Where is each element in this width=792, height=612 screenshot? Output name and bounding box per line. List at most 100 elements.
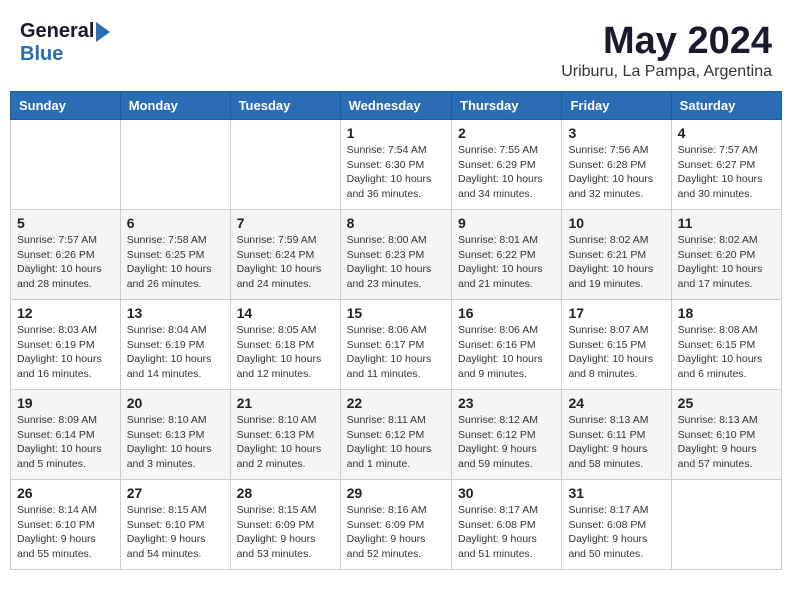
calendar-cell: 3 Sunrise: 7:56 AM Sunset: 6:28 PM Daylig…: [562, 120, 671, 210]
calendar-cell: 8 Sunrise: 8:00 AM Sunset: 6:23 PM Daylig…: [340, 210, 451, 300]
day-info: Sunrise: 8:13 AM Sunset: 6:10 PM Dayligh…: [678, 413, 775, 472]
calendar-cell: 5 Sunrise: 7:57 AM Sunset: 6:26 PM Daylig…: [11, 210, 121, 300]
day-info: Sunrise: 8:06 AM Sunset: 6:17 PM Dayligh…: [347, 323, 445, 382]
day-number: 19: [17, 395, 114, 411]
logo-general: General: [20, 20, 94, 43]
calendar-cell: 13Sunrise: 8:04 AM Sunset: 6:19 PM Dayli…: [120, 300, 230, 390]
day-info: Sunrise: 8:17 AM Sunset: 6:08 PM Dayligh…: [458, 503, 555, 562]
calendar-cell: 22Sunrise: 8:11 AM Sunset: 6:12 PM Dayli…: [340, 390, 451, 480]
calendar-week-2: 5 Sunrise: 7:57 AM Sunset: 6:26 PM Daylig…: [11, 210, 782, 300]
day-number: 5: [17, 215, 114, 231]
day-info: Sunrise: 8:14 AM Sunset: 6:10 PM Dayligh…: [17, 503, 114, 562]
day-number: 9: [458, 215, 555, 231]
day-number: 18: [678, 305, 775, 321]
calendar-cell: 20 Sunrise: 8:10 AM Sunset: 6:13 PM Dayli…: [120, 390, 230, 480]
day-number: 24: [568, 395, 664, 411]
day-number: 10: [568, 215, 664, 231]
location: Uriburu, La Pampa, Argentina: [561, 63, 772, 81]
day-info: Sunrise: 7:55 AM Sunset: 6:29 PM Dayligh…: [458, 143, 555, 202]
day-info: Sunrise: 8:10 AM Sunset: 6:13 PM Dayligh…: [237, 413, 334, 472]
day-info: Sunrise: 8:03 AM Sunset: 6:19 PM Dayligh…: [17, 323, 114, 382]
day-info: Sunrise: 8:15 AM Sunset: 6:09 PM Dayligh…: [237, 503, 334, 562]
calendar-cell: 10 Sunrise: 8:02 AM Sunset: 6:21 PM Dayli…: [562, 210, 671, 300]
calendar-header-row: SundayMondayTuesdayWednesdayThursdayFrid…: [11, 92, 782, 120]
weekday-header-saturday: Saturday: [671, 92, 781, 120]
weekday-header-sunday: Sunday: [11, 92, 121, 120]
day-number: 26: [17, 485, 114, 501]
day-info: Sunrise: 8:16 AM Sunset: 6:09 PM Dayligh…: [347, 503, 445, 562]
day-info: Sunrise: 8:07 AM Sunset: 6:15 PM Dayligh…: [568, 323, 664, 382]
calendar-cell: [120, 120, 230, 210]
day-number: 7: [237, 215, 334, 231]
day-info: Sunrise: 8:10 AM Sunset: 6:13 PM Dayligh…: [127, 413, 224, 472]
day-info: Sunrise: 8:17 AM Sunset: 6:08 PM Dayligh…: [568, 503, 664, 562]
day-info: Sunrise: 8:05 AM Sunset: 6:18 PM Dayligh…: [237, 323, 334, 382]
calendar-cell: 2 Sunrise: 7:55 AM Sunset: 6:29 PM Daylig…: [452, 120, 562, 210]
day-number: 25: [678, 395, 775, 411]
day-info: Sunrise: 7:57 AM Sunset: 6:26 PM Dayligh…: [17, 233, 114, 292]
calendar-cell: 18Sunrise: 8:08 AM Sunset: 6:15 PM Dayli…: [671, 300, 781, 390]
calendar-cell: 26 Sunrise: 8:14 AM Sunset: 6:10 PM Dayli…: [11, 480, 121, 570]
day-info: Sunrise: 7:56 AM Sunset: 6:28 PM Dayligh…: [568, 143, 664, 202]
calendar-cell: 19 Sunrise: 8:09 AM Sunset: 6:14 PM Dayli…: [11, 390, 121, 480]
logo-blue: Blue: [20, 43, 63, 65]
weekday-header-friday: Friday: [562, 92, 671, 120]
calendar-cell: 21Sunrise: 8:10 AM Sunset: 6:13 PM Dayli…: [230, 390, 340, 480]
day-info: Sunrise: 8:02 AM Sunset: 6:20 PM Dayligh…: [678, 233, 775, 292]
calendar-week-1: 1Sunrise: 7:54 AM Sunset: 6:30 PM Daylig…: [11, 120, 782, 210]
day-number: 12: [17, 305, 114, 321]
day-info: Sunrise: 8:00 AM Sunset: 6:23 PM Dayligh…: [347, 233, 445, 292]
calendar-week-4: 19 Sunrise: 8:09 AM Sunset: 6:14 PM Dayli…: [11, 390, 782, 480]
day-number: 11: [678, 215, 775, 231]
calendar-cell: 14 Sunrise: 8:05 AM Sunset: 6:18 PM Dayli…: [230, 300, 340, 390]
day-number: 13: [127, 305, 224, 321]
day-number: 3: [568, 125, 664, 141]
calendar-cell: 30 Sunrise: 8:17 AM Sunset: 6:08 PM Dayli…: [452, 480, 562, 570]
calendar-cell: 9Sunrise: 8:01 AM Sunset: 6:22 PM Daylig…: [452, 210, 562, 300]
day-info: Sunrise: 7:59 AM Sunset: 6:24 PM Dayligh…: [237, 233, 334, 292]
day-info: Sunrise: 8:13 AM Sunset: 6:11 PM Dayligh…: [568, 413, 664, 472]
calendar-cell: [230, 120, 340, 210]
calendar-cell: 12 Sunrise: 8:03 AM Sunset: 6:19 PM Dayli…: [11, 300, 121, 390]
day-info: Sunrise: 8:02 AM Sunset: 6:21 PM Dayligh…: [568, 233, 664, 292]
calendar-cell: 17Sunrise: 8:07 AM Sunset: 6:15 PM Dayli…: [562, 300, 671, 390]
calendar-cell: 6Sunrise: 7:58 AM Sunset: 6:25 PM Daylig…: [120, 210, 230, 300]
day-number: 2: [458, 125, 555, 141]
day-number: 23: [458, 395, 555, 411]
day-number: 15: [347, 305, 445, 321]
page-header: General Blue May 2024 Uriburu, La Pampa,…: [10, 10, 782, 86]
weekday-header-wednesday: Wednesday: [340, 92, 451, 120]
weekday-header-tuesday: Tuesday: [230, 92, 340, 120]
calendar-cell: [671, 480, 781, 570]
calendar-cell: 16 Sunrise: 8:06 AM Sunset: 6:16 PM Dayli…: [452, 300, 562, 390]
day-info: Sunrise: 7:58 AM Sunset: 6:25 PM Dayligh…: [127, 233, 224, 292]
calendar-cell: [11, 120, 121, 210]
day-number: 14: [237, 305, 334, 321]
calendar-table: SundayMondayTuesdayWednesdayThursdayFrid…: [10, 91, 782, 570]
calendar-cell: 25 Sunrise: 8:13 AM Sunset: 6:10 PM Dayli…: [671, 390, 781, 480]
calendar-week-3: 12 Sunrise: 8:03 AM Sunset: 6:19 PM Dayli…: [11, 300, 782, 390]
day-info: Sunrise: 8:11 AM Sunset: 6:12 PM Dayligh…: [347, 413, 445, 472]
calendar-cell: 27Sunrise: 8:15 AM Sunset: 6:10 PM Dayli…: [120, 480, 230, 570]
day-number: 31: [568, 485, 664, 501]
calendar-week-5: 26 Sunrise: 8:14 AM Sunset: 6:10 PM Dayli…: [11, 480, 782, 570]
day-number: 8: [347, 215, 445, 231]
day-number: 20: [127, 395, 224, 411]
day-number: 30: [458, 485, 555, 501]
day-info: Sunrise: 8:06 AM Sunset: 6:16 PM Dayligh…: [458, 323, 555, 382]
calendar-cell: 4Sunrise: 7:57 AM Sunset: 6:27 PM Daylig…: [671, 120, 781, 210]
calendar-cell: 15 Sunrise: 8:06 AM Sunset: 6:17 PM Dayli…: [340, 300, 451, 390]
calendar-cell: 31 Sunrise: 8:17 AM Sunset: 6:08 PM Dayli…: [562, 480, 671, 570]
day-number: 28: [237, 485, 334, 501]
weekday-header-thursday: Thursday: [452, 92, 562, 120]
day-number: 16: [458, 305, 555, 321]
calendar-cell: 7 Sunrise: 7:59 AM Sunset: 6:24 PM Daylig…: [230, 210, 340, 300]
calendar-cell: 23 Sunrise: 8:12 AM Sunset: 6:12 PM Dayli…: [452, 390, 562, 480]
day-info: Sunrise: 8:12 AM Sunset: 6:12 PM Dayligh…: [458, 413, 555, 472]
calendar-cell: 1Sunrise: 7:54 AM Sunset: 6:30 PM Daylig…: [340, 120, 451, 210]
day-number: 27: [127, 485, 224, 501]
day-info: Sunrise: 8:09 AM Sunset: 6:14 PM Dayligh…: [17, 413, 114, 472]
day-number: 29: [347, 485, 445, 501]
day-number: 1: [347, 125, 445, 141]
calendar-cell: 24 Sunrise: 8:13 AM Sunset: 6:11 PM Dayli…: [562, 390, 671, 480]
